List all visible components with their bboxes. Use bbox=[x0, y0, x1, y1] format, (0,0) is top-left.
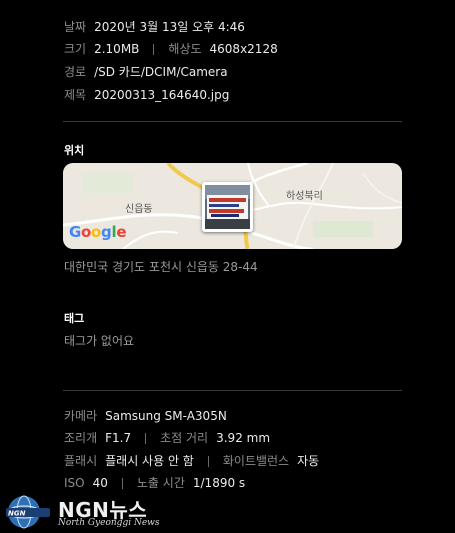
location-heading: 위치 bbox=[64, 144, 85, 157]
camera-row: 카메라 Samsung SM-A305N bbox=[64, 408, 227, 424]
flash-value: 플래시 사용 안 함 bbox=[105, 454, 194, 468]
size-label: 크기 bbox=[64, 42, 87, 56]
white-balance-label: 화이트밸런스 bbox=[222, 454, 290, 468]
watermark-subtitle: North Gyeonggi News bbox=[58, 518, 160, 528]
iso-value: 40 bbox=[92, 476, 108, 490]
logo-badge-text: NGN bbox=[8, 510, 26, 518]
title-row: 제목 20200313_164640.jpg bbox=[64, 87, 229, 103]
focal-value: 3.92 mm bbox=[216, 431, 271, 445]
google-logo: Google bbox=[69, 223, 127, 241]
title-value: 20200313_164640.jpg bbox=[94, 88, 230, 102]
location-address: 대한민국 경기도 포천시 신읍동 28-44 bbox=[64, 260, 258, 274]
resolution-value: 4608x2128 bbox=[209, 42, 278, 56]
photo-thumbnail-image bbox=[205, 185, 250, 229]
exposure-label: 노출 시간 bbox=[136, 476, 185, 490]
divider bbox=[63, 121, 402, 122]
path-row: 경로 /SD 카드/DCIM/Camera bbox=[64, 64, 228, 80]
separator bbox=[145, 432, 147, 444]
photo-thumbnail[interactable] bbox=[202, 182, 253, 232]
location-map[interactable]: 신읍동 하성북리 Google bbox=[63, 163, 402, 249]
title-label: 제목 bbox=[64, 88, 87, 102]
tags-empty-text: 태그가 없어요 bbox=[64, 334, 135, 348]
date-row: 날짜 2020년 3월 13일 오후 4:46 bbox=[64, 19, 245, 35]
camera-label: 카메라 bbox=[64, 409, 98, 423]
flash-row: 플래시 플래시 사용 안 함 화이트밸런스 자동 bbox=[64, 453, 319, 469]
map-label-west: 신읍동 bbox=[125, 204, 153, 215]
date-value: 2020년 3월 13일 오후 4:46 bbox=[94, 20, 245, 34]
path-label: 경로 bbox=[64, 65, 87, 79]
size-row: 크기 2.10MB 해상도 4608x2128 bbox=[64, 41, 278, 57]
size-value: 2.10MB bbox=[94, 42, 140, 56]
exposure-value: 1/1890 s bbox=[192, 476, 246, 490]
iso-label: ISO bbox=[64, 476, 85, 490]
aperture-value: F1.7 bbox=[105, 431, 132, 445]
globe-logo-icon: NGN bbox=[6, 495, 50, 529]
separator bbox=[153, 43, 155, 55]
flash-label: 플래시 bbox=[64, 454, 98, 468]
white-balance-value: 자동 bbox=[297, 454, 320, 468]
path-value: /SD 카드/DCIM/Camera bbox=[94, 65, 228, 79]
separator bbox=[121, 477, 123, 489]
camera-value: Samsung SM-A305N bbox=[105, 409, 227, 423]
aperture-row: 조리개 F1.7 초점 거리 3.92 mm bbox=[64, 430, 270, 446]
separator bbox=[207, 455, 209, 467]
focal-label: 초점 거리 bbox=[160, 431, 209, 445]
aperture-label: 조리개 bbox=[64, 431, 98, 445]
divider bbox=[63, 390, 402, 391]
map-label-east: 하성북리 bbox=[286, 191, 323, 202]
date-label: 날짜 bbox=[64, 20, 87, 34]
ngn-news-watermark: NGN NGN뉴스 North Gyeonggi News bbox=[2, 494, 162, 530]
iso-row: ISO 40 노출 시간 1/1890 s bbox=[64, 475, 245, 491]
resolution-label: 해상도 bbox=[168, 42, 202, 56]
tags-heading: 태그 bbox=[64, 312, 85, 325]
